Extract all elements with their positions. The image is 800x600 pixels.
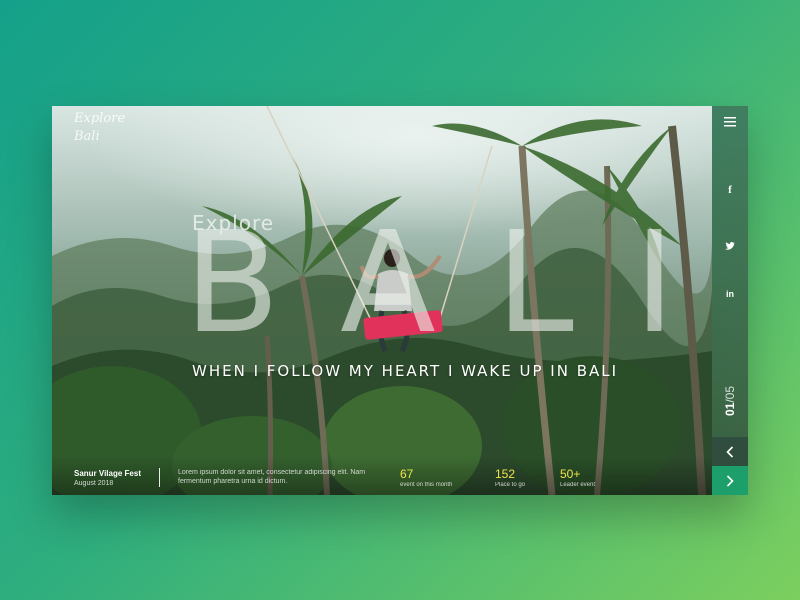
chevron-left-icon [726, 446, 734, 458]
menu-icon[interactable] [712, 116, 748, 130]
stat-value: 67 [400, 467, 414, 481]
event-info[interactable]: Sanur Vilage Fest August 2018 [74, 469, 141, 487]
hero-tagline: WHEN I FOLLOW MY HEART I WAKE UP IN BALI [192, 362, 619, 380]
stat-value: 152 [495, 467, 516, 481]
event-date: August 2018 [74, 480, 114, 487]
right-sidebar: f in 01/05 [712, 106, 748, 495]
slide-current: 01 [723, 402, 737, 417]
logo-line-2: Bali [74, 129, 100, 144]
brand-logo[interactable]: Explore Bali [74, 110, 125, 146]
stat-label: event on this month [400, 482, 453, 488]
stat-events: 67 event on this month [400, 468, 452, 489]
hero-big-title: BALI [184, 202, 712, 365]
stat-leader-events: 50+ Leader event [560, 468, 595, 489]
stat-label: Leader event [560, 482, 596, 488]
info-divider [159, 468, 160, 487]
event-title: Sanur Vilage Fest [74, 469, 141, 478]
prev-slide-button[interactable] [712, 437, 748, 466]
event-description: Lorem ipsum dolor sit amet, consectetur … [178, 469, 366, 485]
logo-line-1: Explore [74, 111, 126, 126]
slide-separator: / [723, 399, 737, 403]
stat-value: 50+ [560, 467, 581, 481]
hero-image: Explore Bali BALI Explore WHEN I FOLLOW … [52, 106, 712, 495]
chevron-right-icon [726, 475, 734, 487]
next-slide-button[interactable] [712, 466, 748, 495]
stat-places: 152 Place to go [495, 468, 525, 489]
bottom-info-bar [52, 456, 712, 495]
hero-explore-label: Explore [192, 211, 275, 235]
twitter-icon[interactable] [712, 237, 748, 255]
linkedin-icon[interactable]: in [712, 289, 748, 299]
hero-card: Explore Bali BALI Explore WHEN I FOLLOW … [52, 106, 748, 495]
stat-label: Place to go [495, 482, 526, 488]
slide-counter: 01/05 [718, 376, 742, 426]
slide-total: 05 [723, 385, 737, 400]
facebook-icon[interactable]: f [712, 184, 748, 196]
